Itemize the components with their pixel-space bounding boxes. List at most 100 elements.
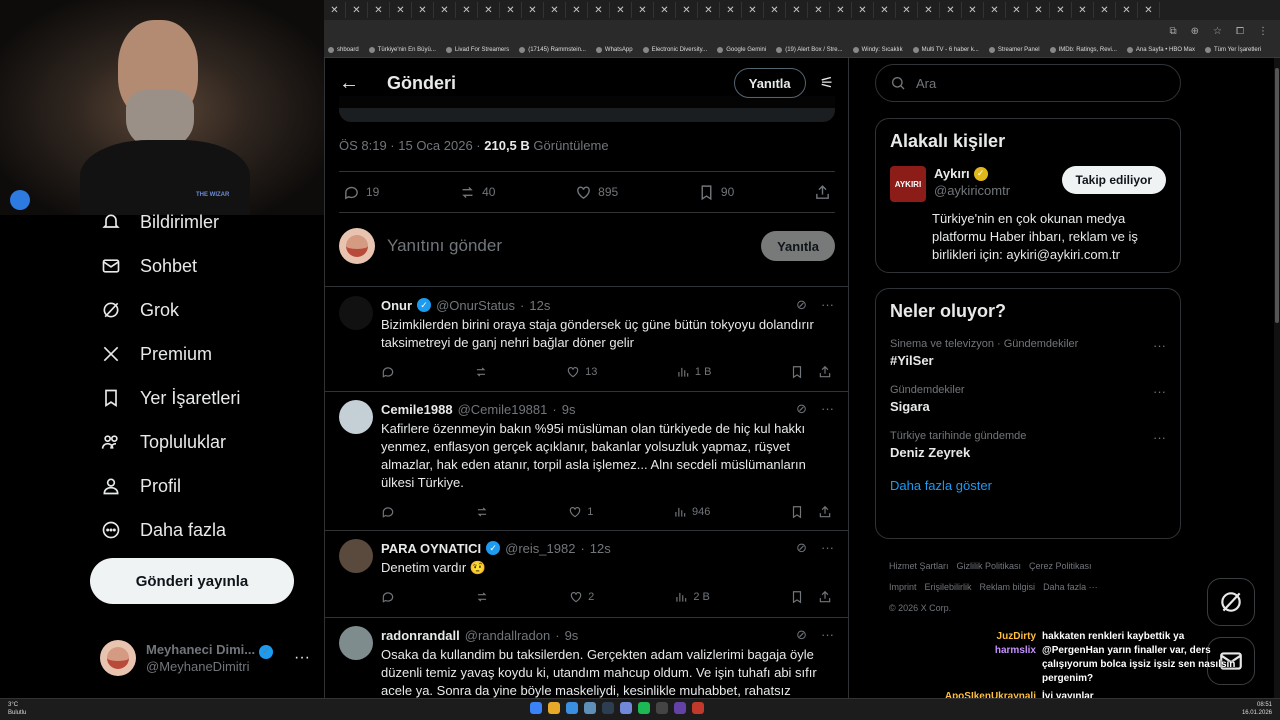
install-icon[interactable]: ⧉ — [1170, 26, 1177, 37]
views-action[interactable]: 2 B — [674, 589, 710, 605]
browser-tab-x-icon[interactable]: ✕ — [940, 2, 962, 18]
bookmark-item[interactable]: Windy: Sıcaklık — [852, 46, 903, 53]
footer-link[interactable]: Erişilebilirlik — [925, 582, 972, 592]
more-dots-icon[interactable]: ··· — [821, 401, 834, 417]
share-action[interactable] — [818, 505, 832, 519]
avatar[interactable] — [339, 539, 373, 573]
like-action[interactable]: 1 — [568, 504, 593, 520]
app-icon[interactable] — [584, 702, 596, 714]
browser-tab-x-icon[interactable]: ✕ — [522, 2, 544, 18]
reply-author[interactable]: Onur — [381, 298, 412, 313]
browser-tab-x-icon[interactable]: ✕ — [456, 2, 478, 18]
footer-link[interactable]: Gizlilik Politikası — [957, 561, 1022, 571]
browser-tab-x-icon[interactable]: ✕ — [544, 2, 566, 18]
post-button[interactable]: Gönderi yayınla — [90, 558, 294, 604]
nav-item-premium[interactable]: Premium — [90, 332, 320, 376]
browser-tab-x-icon[interactable]: ✕ — [368, 2, 390, 18]
browser-tab-x-icon[interactable]: ✕ — [1028, 2, 1050, 18]
reply-time[interactable]: 12s — [590, 541, 611, 556]
like-action[interactable]: 13 — [566, 364, 597, 380]
browser-tab-x-icon[interactable]: ✕ — [390, 2, 412, 18]
nav-item-chat[interactable]: Sohbet — [90, 244, 320, 288]
browser-tab-x-icon[interactable]: ✕ — [346, 2, 368, 18]
reply-item[interactable]: Onur ✓ @OnurStatus · 12s ⊘ ··· Bizimkilerden bi… — [325, 288, 848, 392]
show-more-link[interactable]: Daha fazla göster — [890, 478, 1166, 493]
bookmark-action[interactable]: 90 — [698, 184, 734, 201]
discord-icon[interactable] — [620, 702, 632, 714]
footer-link[interactable]: Daha fazla ··· — [1043, 582, 1098, 592]
browser-tab-x-icon[interactable]: ✕ — [830, 2, 852, 18]
bookmark-item[interactable]: Multi TV - 6 haber k... — [912, 46, 979, 53]
share-action[interactable] — [818, 365, 832, 379]
browser-tab-x-icon[interactable]: ✕ — [808, 2, 830, 18]
browser-tab-x-icon[interactable]: ✕ — [1138, 2, 1160, 18]
trend-item[interactable]: Gündemdekiler Sigara ··· — [890, 384, 1166, 414]
reply-submit-button[interactable]: Yanıtla — [761, 231, 835, 261]
reply-handle[interactable]: @Cemile19881 — [458, 402, 548, 417]
app-icon[interactable] — [674, 702, 686, 714]
steam-icon[interactable] — [602, 702, 614, 714]
share-action[interactable] — [814, 184, 831, 201]
reply-input[interactable]: Yanıtını gönder — [387, 236, 502, 256]
browser-tab-x-icon[interactable]: ✕ — [1072, 2, 1094, 18]
browser-tab-x-icon[interactable]: ✕ — [676, 2, 698, 18]
like-action[interactable]: 895 — [575, 184, 618, 201]
grok-icon[interactable]: ⊘ — [796, 297, 807, 313]
more-dots-icon[interactable]: ··· — [1153, 338, 1166, 353]
avatar[interactable] — [339, 626, 373, 660]
scrollbar[interactable] — [1274, 58, 1280, 698]
bookmark-action[interactable] — [790, 590, 804, 604]
trend-item[interactable]: Türkiye tarihinde gündemde Deniz Zeyrek ··… — [890, 430, 1166, 460]
search-bar[interactable]: Ara — [875, 64, 1181, 102]
system-clock[interactable]: 08:51 16.01.2026 — [1242, 701, 1272, 717]
more-dots-icon[interactable]: ··· — [821, 627, 834, 643]
bookmark-item[interactable]: Tüm Yer İşaretleri — [1205, 46, 1261, 53]
account-switcher[interactable]: Meyhaneci Dimi... ✓ @MeyhaneDimitri ··· — [100, 636, 310, 680]
bookmark-item[interactable]: Streamer Panel — [988, 46, 1040, 53]
browser-tab-x-icon[interactable]: ✕ — [566, 2, 588, 18]
repost-action[interactable] — [475, 504, 489, 520]
reply-author[interactable]: radonrandall — [381, 628, 460, 643]
reply-action[interactable] — [381, 504, 395, 520]
browser-tab-x-icon[interactable]: ✕ — [632, 2, 654, 18]
grok-icon[interactable]: ⊘ — [796, 627, 807, 643]
grok-fab[interactable] — [1207, 578, 1255, 626]
views-action[interactable]: 1 B — [676, 364, 711, 380]
reply-time[interactable]: 9s — [565, 628, 579, 643]
views-action[interactable]: 946 — [673, 504, 710, 520]
reply-handle[interactable]: @reis_1982 — [505, 541, 575, 556]
browser-tab-x-icon[interactable]: ✕ — [500, 2, 522, 18]
more-dots-icon[interactable]: ··· — [1153, 384, 1166, 399]
browser-tab-x-icon[interactable]: ✕ — [434, 2, 456, 18]
extensions-icon[interactable]: ⧠ — [1236, 26, 1244, 37]
reply-action[interactable] — [381, 364, 395, 380]
browser-tab-x-icon[interactable]: ✕ — [610, 2, 632, 18]
following-button[interactable]: Takip ediliyor — [1061, 166, 1166, 194]
more-dots-icon[interactable]: ··· — [1153, 430, 1166, 445]
nav-item-grok[interactable]: Grok — [90, 288, 320, 332]
bookmark-action[interactable] — [790, 505, 804, 519]
browser-tab-x-icon[interactable]: ✕ — [412, 2, 434, 18]
bookmark-item[interactable]: Google Gemini — [717, 46, 766, 53]
nav-item-more[interactable]: Daha fazla — [90, 508, 320, 552]
reply-item[interactable]: radonrandall @randallradon · 9s ⊘ ··· Osaka da… — [325, 618, 848, 698]
filter-icon[interactable]: ⚟ — [820, 73, 834, 93]
app-icon[interactable] — [656, 702, 668, 714]
scrollbar-thumb[interactable] — [1275, 68, 1279, 323]
reply-handle[interactable]: @randallradon — [465, 628, 550, 643]
browser-tab-x-icon[interactable]: ✕ — [588, 2, 610, 18]
back-arrow-icon[interactable]: ← — [339, 72, 369, 95]
browser-tab-x-icon[interactable]: ✕ — [918, 2, 940, 18]
app-icon[interactable] — [692, 702, 704, 714]
reply-author[interactable]: Cemile1988 — [381, 402, 453, 417]
more-dots-icon[interactable]: ··· — [294, 649, 310, 667]
search-input[interactable]: Ara — [916, 76, 936, 91]
zoom-icon[interactable]: ⊕ — [1191, 26, 1199, 37]
browser-tab-x-icon[interactable]: ✕ — [1116, 2, 1138, 18]
avatar[interactable] — [339, 296, 373, 330]
nav-item-communities[interactable]: Topluluklar — [90, 420, 320, 464]
nav-item-profile[interactable]: Profil — [90, 464, 320, 508]
reply-item[interactable]: PARA OYNATICI ✓ @reis_1982 · 12s ⊘ ··· Denetim … — [325, 531, 848, 618]
bookmark-item[interactable]: WhatsApp — [595, 46, 633, 53]
menu-icon[interactable]: ⋮ — [1258, 26, 1268, 37]
